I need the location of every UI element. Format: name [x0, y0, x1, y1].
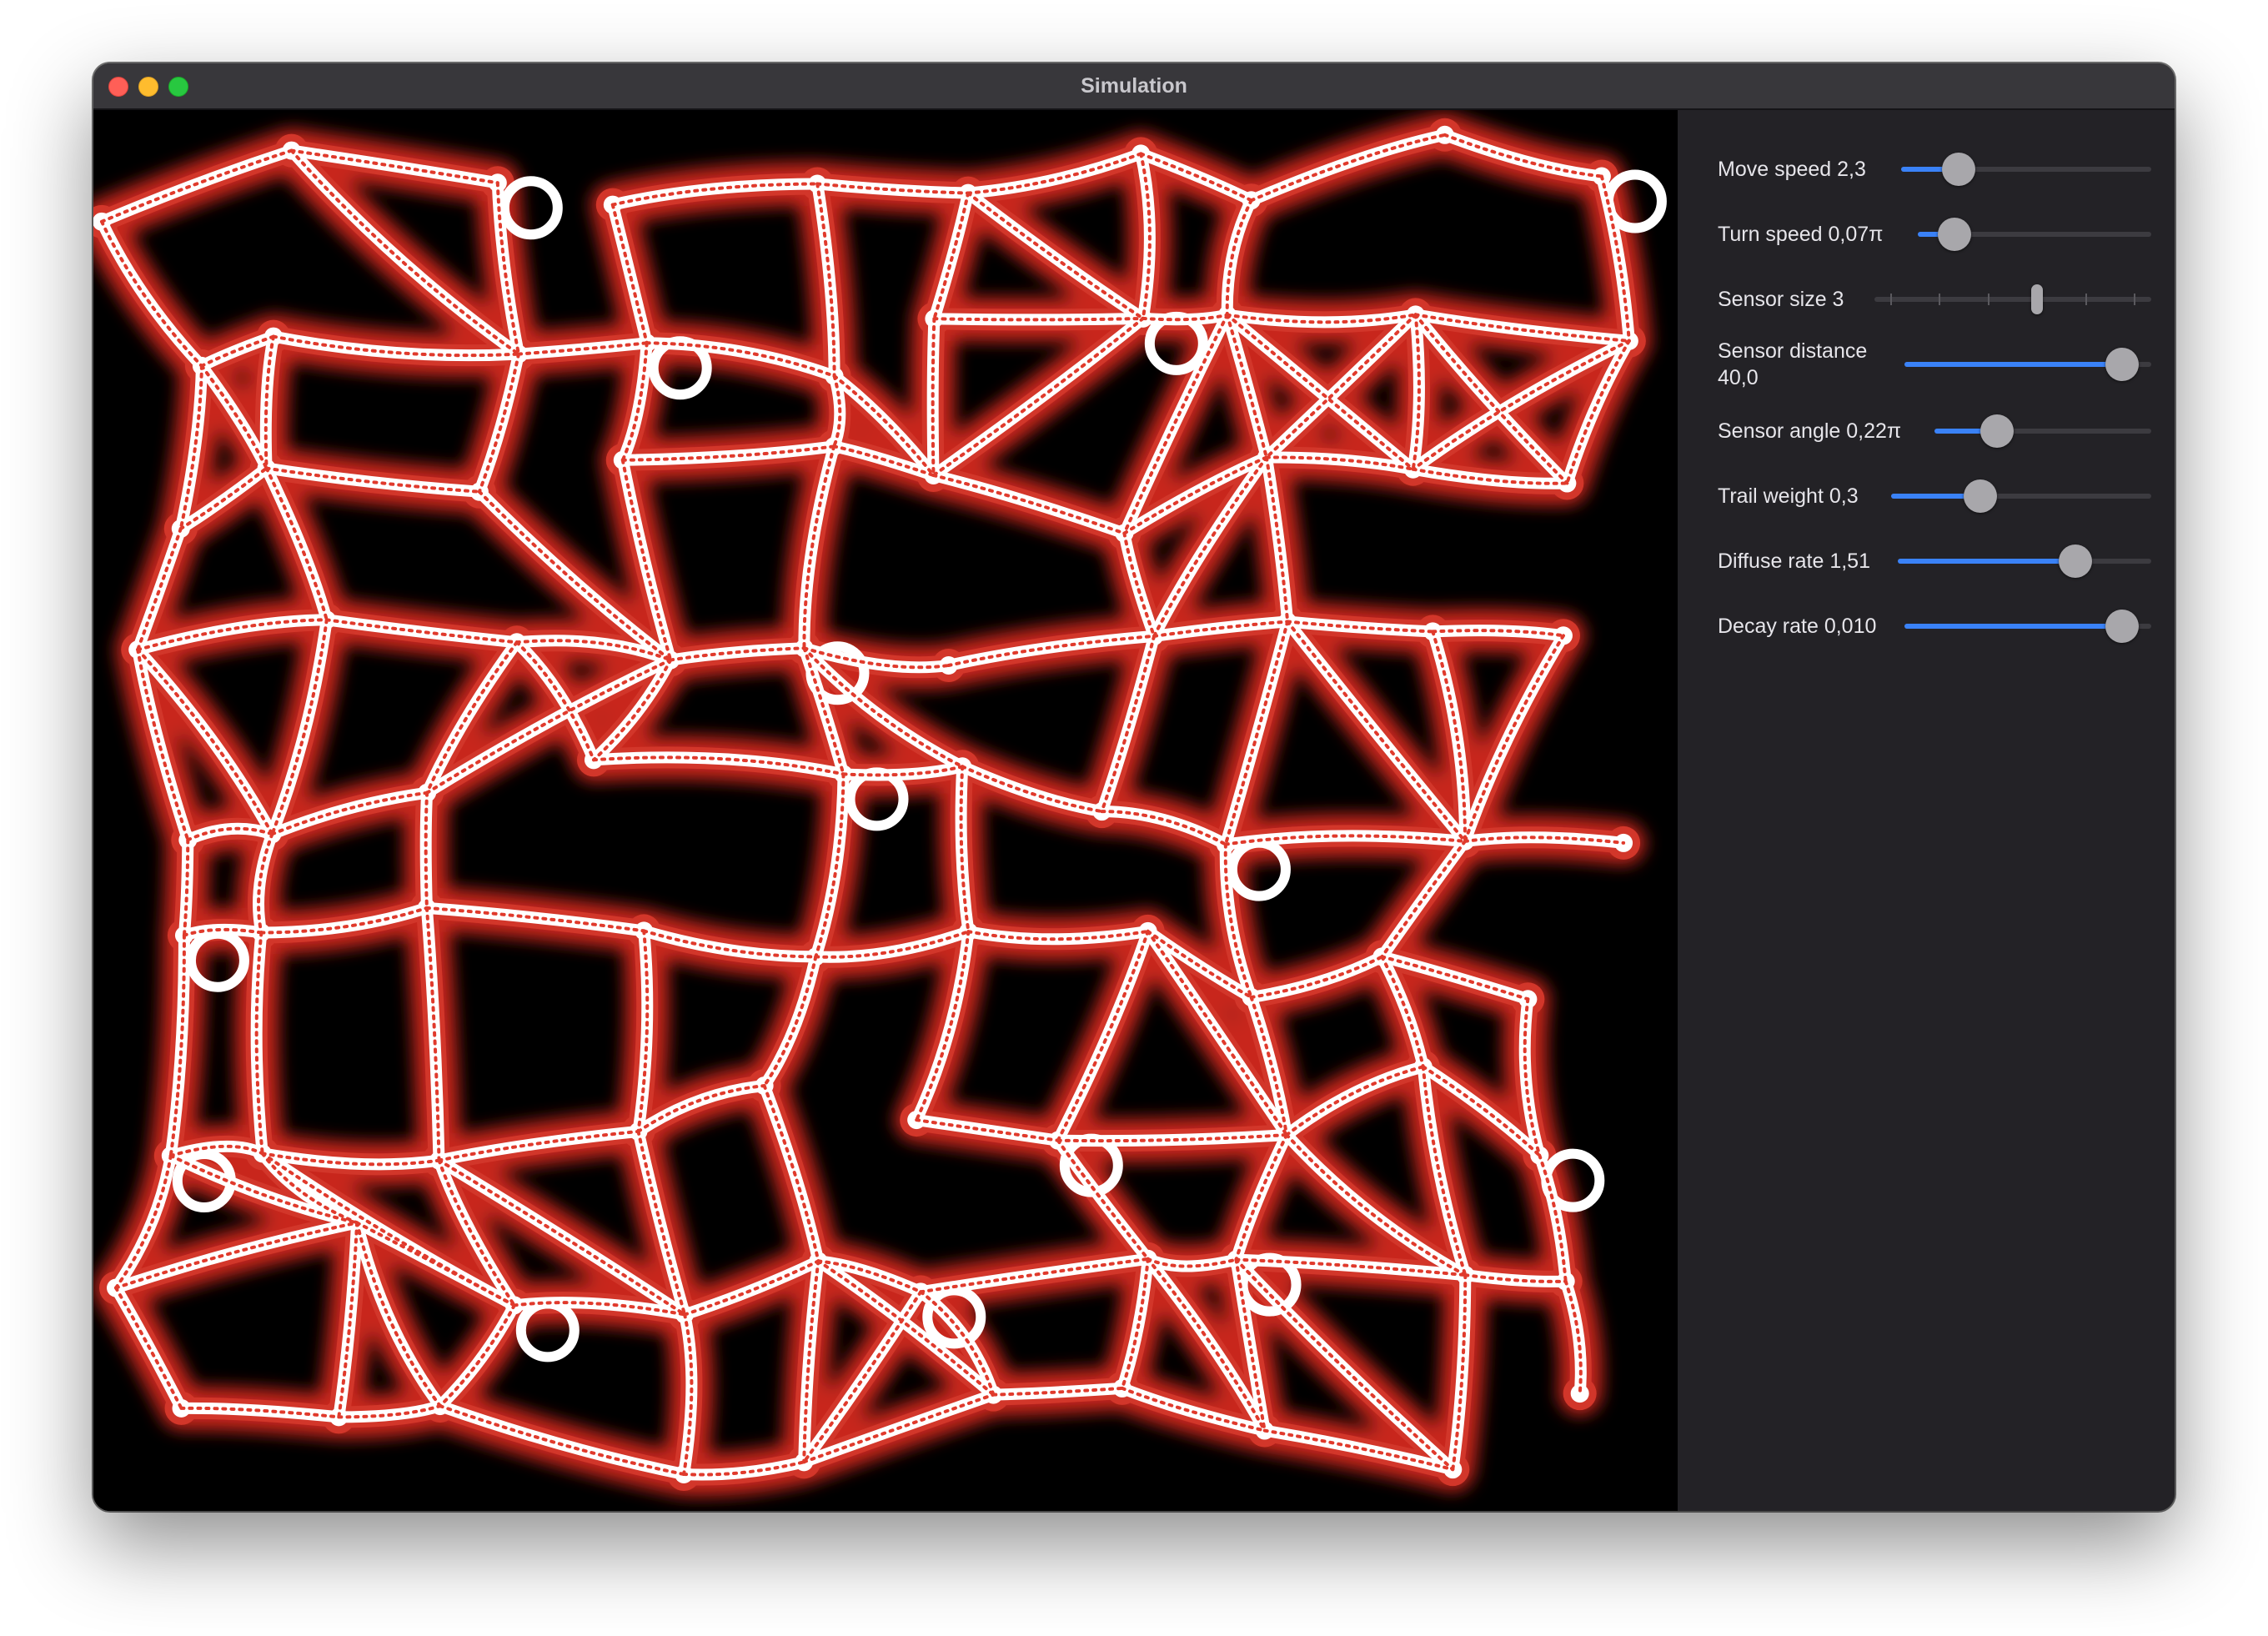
slider-fill: [1898, 559, 2075, 564]
control-move-speed: Move speed 2,3: [1718, 140, 2151, 198]
sensor-angle-label: Sensor angle 0,22π: [1718, 419, 1902, 443]
slider-knob[interactable]: [2058, 544, 2092, 578]
sensor-distance-label: Sensor distance 40,0: [1718, 339, 1868, 389]
simulation-canvas[interactable]: [93, 110, 1678, 1511]
diffuse-rate-slider[interactable]: [1898, 544, 2151, 578]
slider-knob[interactable]: [2031, 284, 2044, 314]
slider-fill: [1904, 624, 2122, 629]
slider-knob[interactable]: [1964, 479, 1998, 513]
slider-tick: [2134, 294, 2135, 305]
trail-weight-label: Trail weight 0,3: [1718, 484, 1859, 508]
window-content: Move speed 2,3 Turn speed 0,07π Sensor s…: [93, 110, 2175, 1511]
slider-knob[interactable]: [1942, 153, 1976, 186]
slider-knob[interactable]: [2105, 348, 2139, 381]
parameters-panel: Move speed 2,3 Turn speed 0,07π Sensor s…: [1678, 110, 2175, 1511]
control-diffuse-rate: Diffuse rate 1,51: [1718, 532, 2151, 590]
control-decay-rate: Decay rate 0,010: [1718, 597, 2151, 655]
sensor-angle-slider[interactable]: [1934, 414, 2151, 448]
simulation-window: Simulation Move speed 2,3 Turn speed 0,0…: [93, 63, 2175, 1511]
slider-tick: [1939, 294, 1941, 305]
control-sensor-size: Sensor size 3: [1718, 270, 2151, 329]
slider-fill: [1904, 362, 2122, 367]
diffuse-rate-label: Diffuse rate 1,51: [1718, 550, 1870, 573]
slider-knob[interactable]: [1938, 218, 1971, 251]
control-trail-weight: Trail weight 0,3: [1718, 467, 2151, 525]
control-sensor-distance: Sensor distance 40,0: [1718, 335, 2151, 394]
slider-knob[interactable]: [1980, 414, 2014, 448]
control-turn-speed: Turn speed 0,07π: [1718, 205, 2151, 263]
slider-tick: [2085, 294, 2087, 305]
slider-knob[interactable]: [2105, 610, 2139, 643]
slider-track: [1874, 297, 2151, 302]
turn-speed-slider[interactable]: [1918, 218, 2151, 251]
trail-speckle-edge: [931, 317, 936, 477]
slider-tick: [1987, 294, 1990, 305]
move-speed-label: Move speed 2,3: [1718, 158, 1866, 181]
trail-weight-slider[interactable]: [1891, 479, 2151, 513]
title-bar[interactable]: Simulation: [93, 63, 2175, 110]
screen: Simulation Move speed 2,3 Turn speed 0,0…: [0, 0, 2268, 1636]
window-title: Simulation: [1081, 74, 1187, 98]
sensor-size-slider[interactable]: [1874, 283, 2151, 316]
control-sensor-angle: Sensor angle 0,22π: [1718, 402, 2151, 460]
move-speed-slider[interactable]: [1901, 153, 2151, 186]
decay-rate-label: Decay rate 0,010: [1718, 615, 1877, 638]
trail-core-edge: [178, 834, 194, 941]
turn-speed-label: Turn speed 0,07π: [1718, 223, 1884, 246]
sensor-distance-slider[interactable]: [1904, 348, 2151, 381]
decay-rate-slider[interactable]: [1904, 610, 2151, 643]
sensor-size-label: Sensor size 3: [1718, 288, 1844, 311]
slime-network-image: [93, 110, 1678, 1511]
slider-tick: [1890, 294, 1892, 305]
